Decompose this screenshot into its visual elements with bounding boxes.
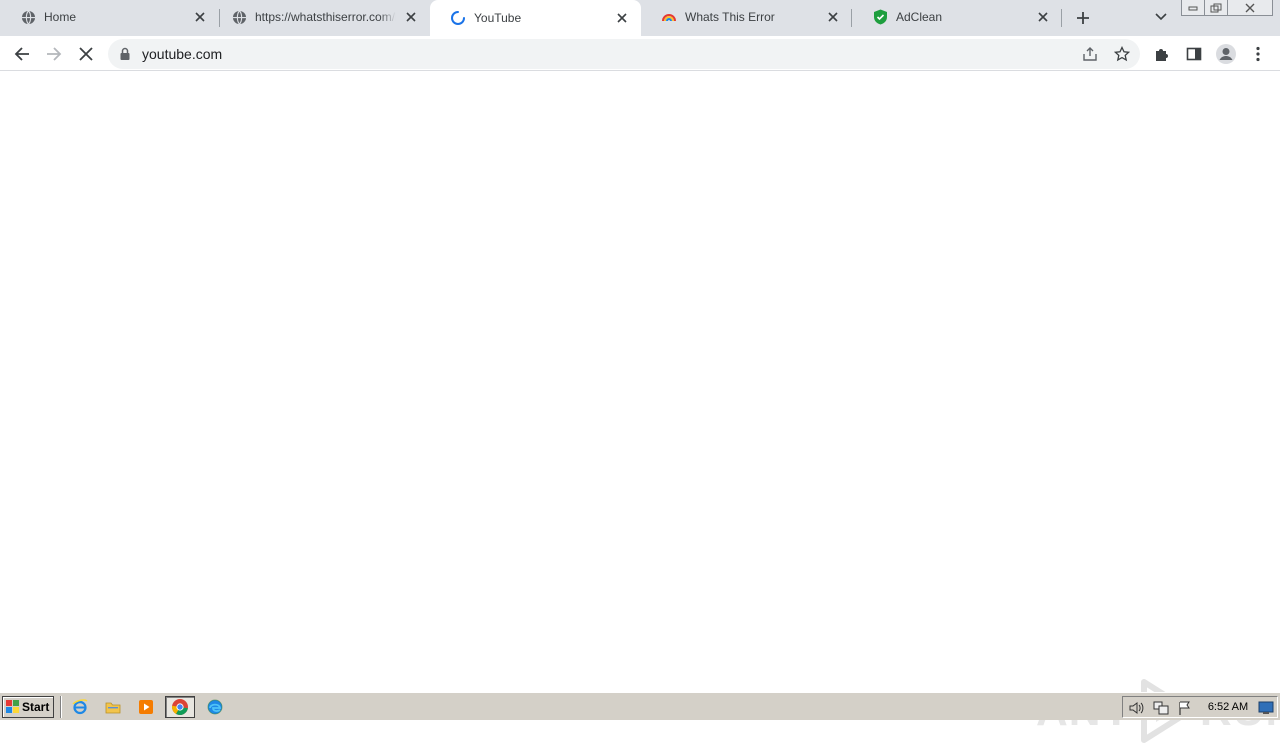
chrome-icon[interactable] xyxy=(165,696,195,718)
tab-search-button[interactable] xyxy=(1150,6,1172,28)
stop-loading-button[interactable] xyxy=(72,40,100,68)
tab-youtube[interactable]: YouTube xyxy=(430,0,641,36)
tab-adclean[interactable]: AdClean xyxy=(852,0,1062,34)
taskbar-clock[interactable]: 6:52 AM xyxy=(1198,701,1258,713)
forward-button[interactable] xyxy=(40,40,68,68)
tab-separator xyxy=(1061,9,1062,27)
start-label: Start xyxy=(22,700,50,714)
address-bar-url: youtube.com xyxy=(142,46,223,62)
green-shield-icon xyxy=(872,9,888,25)
tab-whats-this-error[interactable]: Whats This Error xyxy=(641,0,852,34)
close-tab-icon[interactable] xyxy=(402,8,420,26)
close-tab-icon[interactable] xyxy=(1034,8,1052,26)
close-window-button[interactable] xyxy=(1227,0,1273,16)
loading-spinner-icon xyxy=(450,10,466,26)
globe-icon xyxy=(20,9,36,25)
page-viewport[interactable]: ANY RUN xyxy=(0,72,1280,743)
tab-title: Whats This Error xyxy=(685,10,775,24)
close-tab-icon[interactable] xyxy=(191,8,209,26)
media-player-icon[interactable] xyxy=(134,696,158,718)
side-panel-icon[interactable] xyxy=(1180,40,1208,68)
internet-explorer-icon[interactable] xyxy=(68,696,92,718)
back-button[interactable] xyxy=(8,40,36,68)
profile-avatar-icon[interactable] xyxy=(1212,40,1240,68)
restore-button[interactable] xyxy=(1204,0,1228,16)
kebab-menu-icon[interactable] xyxy=(1244,40,1272,68)
globe-icon xyxy=(231,9,247,25)
lock-icon[interactable] xyxy=(119,47,133,61)
tab-whatsthiserror-url[interactable]: https://whatsthiserror.com/lar xyxy=(211,0,430,34)
taskbar-separator xyxy=(60,696,62,718)
volume-icon[interactable] xyxy=(1129,700,1145,716)
share-icon[interactable] xyxy=(1078,42,1102,66)
tab-title: Home xyxy=(44,10,77,24)
bookmark-star-icon[interactable] xyxy=(1110,42,1134,66)
action-center-flag-icon[interactable] xyxy=(1177,700,1193,716)
rainbow-icon xyxy=(661,9,677,25)
windows-taskbar: Start 6:52 AM xyxy=(0,692,1280,720)
close-tab-icon[interactable] xyxy=(824,8,842,26)
tab-title: https://whatsthiserror.com/lar xyxy=(255,10,396,24)
browser-toolbar: youtube.com xyxy=(0,36,1280,71)
tab-title: YouTube xyxy=(474,11,522,25)
windows-logo-icon xyxy=(6,700,19,713)
edge-icon[interactable] xyxy=(203,696,227,718)
new-tab-button[interactable] xyxy=(1070,5,1096,31)
close-tab-icon[interactable] xyxy=(613,9,631,27)
tab-title: AdClean xyxy=(896,10,943,24)
window-controls xyxy=(1181,0,1273,18)
tab-home[interactable]: Home xyxy=(0,0,219,34)
file-explorer-icon[interactable] xyxy=(101,696,125,718)
extensions-puzzle-icon[interactable] xyxy=(1148,40,1176,68)
network-icon[interactable] xyxy=(1153,700,1169,716)
address-bar[interactable]: youtube.com xyxy=(108,39,1140,69)
minimize-button[interactable] xyxy=(1181,0,1205,16)
start-button[interactable]: Start xyxy=(2,696,54,718)
show-desktop-icon[interactable] xyxy=(1256,697,1276,719)
tab-strip: Home https://whatsthiserror.com/lar YouT… xyxy=(0,0,1280,36)
